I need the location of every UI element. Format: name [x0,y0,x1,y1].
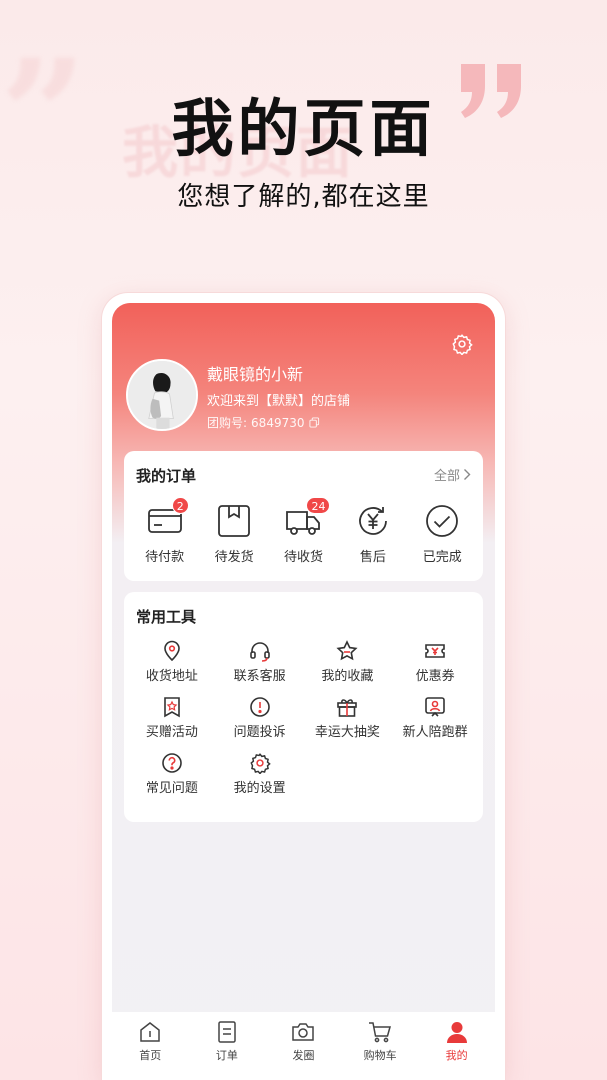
tool-my-settings[interactable]: 我的设置 [216,752,304,796]
cart-icon [369,1022,392,1043]
tab-cart[interactable]: 购物车 [350,1020,410,1080]
gear-icon[interactable] [451,333,473,355]
order-status-pending-payment[interactable]: 2 待付款 [134,497,196,565]
tool-label: 我的收藏 [321,669,374,684]
group-number-label: 团购号: [207,416,248,430]
tool-faq[interactable]: 常见问题 [128,752,216,796]
order-status-after-sales[interactable]: 售后 [342,503,404,565]
tab-label: 我的 [445,1049,468,1062]
tool-label: 常见问题 [145,781,198,796]
order-status-label: 待收货 [283,550,323,565]
order-status-label: 售后 [359,550,386,565]
tool-newcomer-group[interactable]: 新人陪跑群 [391,696,479,740]
order-status-completed[interactable]: 已完成 [411,503,473,565]
tool-label: 新人陪跑群 [402,725,468,740]
hero-subtitle: 您想了解的,都在这里 [177,182,430,212]
tools-title: 常用工具 [136,608,197,626]
gift-ribbon-icon [164,697,180,718]
tab-label: 首页 [139,1049,162,1062]
user-name: 戴眼镜的小新 [207,365,304,384]
tab-label: 购物车 [363,1049,397,1062]
tool-shipping-address[interactable]: 收货地址 [128,640,216,684]
gift-box-icon [337,699,358,717]
all-orders-link[interactable]: 全部 [434,465,471,484]
order-status-pending-shipment[interactable]: 待发货 [203,503,265,565]
tab-home[interactable]: 首页 [120,1020,180,1080]
tool-label: 买赠活动 [145,725,198,740]
gear-icon [250,753,271,774]
location-pin-icon [164,640,180,662]
star-icon [336,640,358,661]
copy-icon[interactable] [308,417,320,428]
phone-frame: 戴眼镜的小新 欢迎来到【默默】的店铺 团购号: 6849730 我的订单 全部 [102,293,505,1080]
order-badge: 2 [171,497,189,514]
order-status-label: 待发货 [214,550,254,565]
tool-complaints[interactable]: 问题投诉 [216,696,304,740]
tool-label: 问题投诉 [233,725,286,740]
bottom-tab-bar: 首页 订单 发圈 购物车 我的 [112,1012,495,1080]
tab-label: 发圈 [292,1049,315,1062]
order-status-label: 待付款 [145,550,185,565]
check-circle-icon [426,505,459,537]
user-icon [446,1022,467,1043]
tool-label: 收货地址 [145,669,198,684]
group-person-icon [425,697,445,717]
group-number-value: 6849730 [251,415,305,430]
all-orders-label: 全部 [433,469,460,484]
tool-coupons[interactable]: 优惠券 [391,640,479,684]
chevron-right-icon [464,469,471,480]
tool-label: 幸运大抽奖 [314,725,380,740]
tab-me[interactable]: 我的 [427,1020,487,1080]
camera-icon [292,1023,315,1041]
tool-my-favorites[interactable]: 我的收藏 [304,640,392,684]
tool-label: 联系客服 [233,669,286,684]
coupon-icon [425,644,445,658]
tool-label: 优惠券 [415,669,455,684]
tool-label: 我的设置 [233,781,286,796]
headset-icon [249,642,270,662]
my-orders-card: 我的订单 全部 2 待付款 待发货 24 待收货 售后 已完成 [124,451,483,581]
yen-refresh-icon [358,507,387,535]
tool-customer-service[interactable]: 联系客服 [216,640,304,684]
question-circle-icon [162,753,182,773]
avatar[interactable] [126,359,198,431]
tab-orders[interactable]: 订单 [197,1020,257,1080]
orders-title: 我的订单 [136,467,197,485]
tab-label: 订单 [215,1049,238,1062]
exclamation-circle-icon [249,697,270,717]
group-number: 团购号: 6849730 [207,414,320,431]
order-status-label: 已完成 [422,550,462,565]
hero-title: 我的页面 [171,92,436,165]
tool-buy-gift-activity[interactable]: 买赠活动 [128,696,216,740]
common-tools-card: 常用工具 收货地址 联系客服 我的收藏 优惠券 买赠活动 问题投诉 幸运大抽奖 … [124,592,483,822]
welcome-text: 欢迎来到【默默】的店铺 [207,394,351,409]
order-badge: 24 [306,497,331,514]
home-icon [140,1022,161,1042]
package-box-icon [218,505,250,537]
tab-moments[interactable]: 发圈 [273,1020,333,1080]
app-screen: 戴眼镜的小新 欢迎来到【默默】的店铺 团购号: 6849730 我的订单 全部 [112,303,495,1080]
tool-lucky-draw[interactable]: 幸运大抽奖 [304,696,392,740]
order-list-icon [218,1021,236,1043]
order-status-pending-receipt[interactable]: 24 待收货 [272,497,334,565]
